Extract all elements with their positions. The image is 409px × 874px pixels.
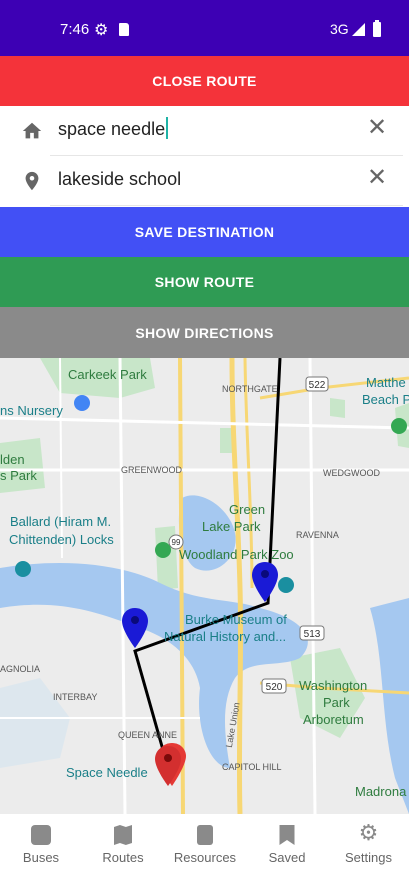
signal-icon — [352, 23, 365, 36]
show-directions-button[interactable]: SHOW DIRECTIONS — [0, 307, 409, 358]
map-label: Washington — [299, 678, 368, 693]
lake-washington-water — [370, 598, 409, 814]
map-label: NORTHGATE — [222, 384, 278, 394]
museum-poi-icon — [278, 577, 294, 593]
map-label: Carkeek Park — [68, 367, 147, 382]
destination-marker-icon[interactable] — [252, 562, 278, 602]
shield-label-520: 520 — [266, 682, 283, 693]
bookmark-icon — [279, 825, 295, 845]
map-label: Beach P — [362, 392, 409, 407]
map-label: Lake Park — [202, 519, 261, 534]
map-label: WEDGWOOD — [323, 468, 380, 478]
map-label: Arboretum — [303, 712, 364, 727]
zoo-poi-icon — [155, 542, 171, 558]
marker-dot — [164, 754, 172, 762]
map-label: QUEEN ANNE — [118, 730, 178, 740]
show-route-button[interactable]: SHOW ROUTE — [0, 257, 409, 307]
map-label: INTERBAY — [53, 692, 98, 702]
shield-label-99: 99 — [172, 538, 181, 547]
nursery-poi-icon — [74, 395, 90, 411]
clear-origin-icon[interactable]: ✕ — [367, 116, 387, 140]
map-view[interactable]: 522 99 513 520 Carkeek Park NORTHGATE Ma… — [0, 358, 409, 814]
text-cursor — [166, 117, 169, 140]
shield-label-522: 522 — [309, 380, 326, 391]
status-bar: 7:46 ⚙ 3G — [0, 0, 409, 56]
location-pin-icon — [25, 171, 39, 191]
clear-destination-icon[interactable]: ✕ — [367, 166, 387, 190]
map-label: Madrona Par — [355, 784, 409, 799]
map-label: Ballard (Hiram M. — [10, 514, 112, 529]
tab-label: Saved — [268, 850, 306, 865]
waypoint-marker-icon[interactable] — [122, 608, 148, 648]
marker-dot — [261, 570, 269, 578]
map-label: GREENWOOD — [121, 465, 183, 475]
sd-card-icon — [119, 23, 129, 36]
map-canvas: 522 99 513 520 — [0, 358, 409, 814]
park-poi-icon — [391, 418, 407, 434]
map-label: Matthe — [366, 375, 406, 390]
map-label: lden — [0, 452, 25, 467]
gear-icon: ⚙ — [358, 820, 379, 845]
tab-saved[interactable]: Saved — [246, 814, 328, 874]
map-label: Woodland Park Zoo — [179, 547, 294, 562]
map-label: Space Needle — [66, 765, 148, 780]
origin-marker-icon[interactable] — [155, 746, 181, 786]
map-icon — [114, 825, 132, 845]
map-label: Chittenden) Locks — [9, 532, 114, 547]
tab-label: Buses — [22, 850, 60, 865]
map-label: s Park — [0, 468, 37, 483]
map-label: CAPITOL HILL — [222, 762, 282, 772]
map-label: Natural History and... — [164, 629, 287, 644]
origin-input[interactable]: space needle — [58, 117, 169, 141]
tab-label: Routes — [102, 850, 144, 865]
locks-poi-icon — [15, 561, 31, 577]
map-label: AGNOLIA — [0, 664, 41, 674]
map-label: Burke Museum of — [185, 612, 287, 627]
tab-routes[interactable]: Routes — [82, 814, 164, 874]
resources-icon — [197, 825, 213, 845]
tab-buses[interactable]: Buses — [0, 814, 82, 874]
map-label: ns Nursery — [0, 403, 63, 418]
bottom-navigation: Buses Routes Resources Saved ⚙ Settings — [0, 814, 409, 874]
status-time: 7:46 — [60, 21, 90, 38]
tab-resources[interactable]: Resources — [164, 814, 246, 874]
tab-settings[interactable]: ⚙ Settings — [328, 814, 409, 874]
home-icon — [22, 122, 42, 139]
marker-dot — [131, 616, 139, 624]
map-label: RAVENNA — [296, 530, 339, 540]
map-label: Green — [229, 502, 266, 517]
park-area — [330, 398, 345, 418]
tab-label: Settings — [345, 850, 392, 865]
map-label: Park — [323, 695, 350, 710]
save-destination-button[interactable]: SAVE DESTINATION — [0, 207, 409, 257]
battery-icon — [373, 20, 381, 37]
settings-gear-icon: ⚙ — [94, 22, 109, 39]
shield-label-513: 513 — [304, 629, 321, 640]
close-route-button[interactable]: CLOSE ROUTE — [0, 56, 409, 106]
network-type: 3G — [330, 21, 349, 37]
tab-label: Resources — [173, 850, 237, 865]
origin-field-row: space needle ✕ — [0, 106, 409, 156]
destination-field-row: lakeside school ✕ — [0, 156, 409, 206]
divider — [50, 205, 403, 206]
destination-input[interactable]: lakeside school — [58, 169, 181, 190]
bus-icon — [31, 825, 51, 845]
